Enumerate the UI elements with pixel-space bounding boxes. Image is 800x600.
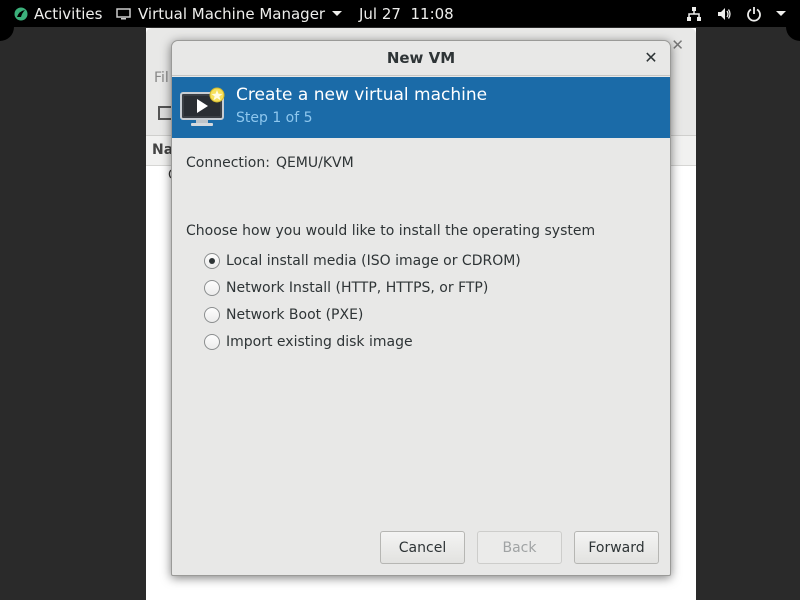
top-bar: Activities Virtual Machine Manager Jul 2… (0, 0, 800, 27)
cancel-button[interactable]: Cancel (380, 531, 465, 564)
connection-label: Connection: (186, 155, 270, 171)
screen-corner (786, 27, 800, 41)
activities-button[interactable]: Activities (14, 0, 102, 27)
forward-button[interactable]: Forward (574, 531, 659, 564)
power-icon (747, 6, 761, 22)
new-vm-icon (180, 87, 225, 126)
clock[interactable]: Jul 27 11:08 (359, 0, 454, 27)
dialog-title: New VM (386, 49, 456, 67)
network-icon (687, 6, 701, 21)
radio-network-boot[interactable]: Network Boot (PXE) (204, 305, 363, 325)
radio-local-install[interactable]: Local install media (ISO image or CDROM) (204, 251, 521, 271)
menu-file[interactable]: Fil (154, 70, 169, 86)
radio-import-disk[interactable]: Import existing disk image (204, 332, 413, 352)
close-icon[interactable]: ✕ (642, 49, 660, 67)
wizard-banner: Create a new virtual machine Step 1 of 5 (172, 77, 670, 138)
radio-label: Local install media (ISO image or CDROM) (226, 253, 521, 269)
screen-corner (0, 27, 14, 41)
app-menu[interactable]: Virtual Machine Manager (116, 0, 343, 27)
radio-label: Network Boot (PXE) (226, 307, 364, 323)
radio-label: Import existing disk image (226, 334, 413, 350)
wizard-content: Connection: QEMU/KVM Choose how you would… (172, 138, 670, 575)
app-menu-label: Virtual Machine Manager (138, 4, 326, 23)
radio-button[interactable] (204, 307, 220, 323)
vmm-app-icon (116, 7, 131, 19)
install-prompt: Choose how you would like to install the… (186, 223, 596, 239)
wizard-step: Step 1 of 5 (236, 110, 313, 126)
chevron-down-icon (776, 11, 786, 16)
radio-button[interactable] (204, 253, 220, 269)
radio-label: Network Install (HTTP, HTTPS, or FTP) (226, 280, 489, 296)
connection-value: QEMU/KVM (275, 155, 354, 171)
connection-row: Connection: QEMU/KVM (186, 155, 354, 171)
close-icon[interactable]: ✕ (671, 36, 684, 54)
radio-button[interactable] (204, 280, 220, 296)
system-tray[interactable] (686, 0, 786, 27)
radio-button[interactable] (204, 334, 220, 350)
dialog-titlebar: New VM ✕ (172, 41, 670, 76)
new-vm-dialog: New VM ✕ Create a new virtual machine St… (171, 40, 671, 576)
volume-icon (718, 7, 731, 20)
back-button[interactable]: Back (477, 531, 562, 564)
wizard-heading: Create a new virtual machine (236, 85, 488, 105)
os-logo-icon (14, 7, 28, 20)
column-name[interactable]: Na (152, 142, 173, 158)
chevron-down-icon (332, 11, 343, 16)
activities-label: Activities (34, 4, 103, 23)
radio-network-install[interactable]: Network Install (HTTP, HTTPS, or FTP) (204, 278, 488, 298)
